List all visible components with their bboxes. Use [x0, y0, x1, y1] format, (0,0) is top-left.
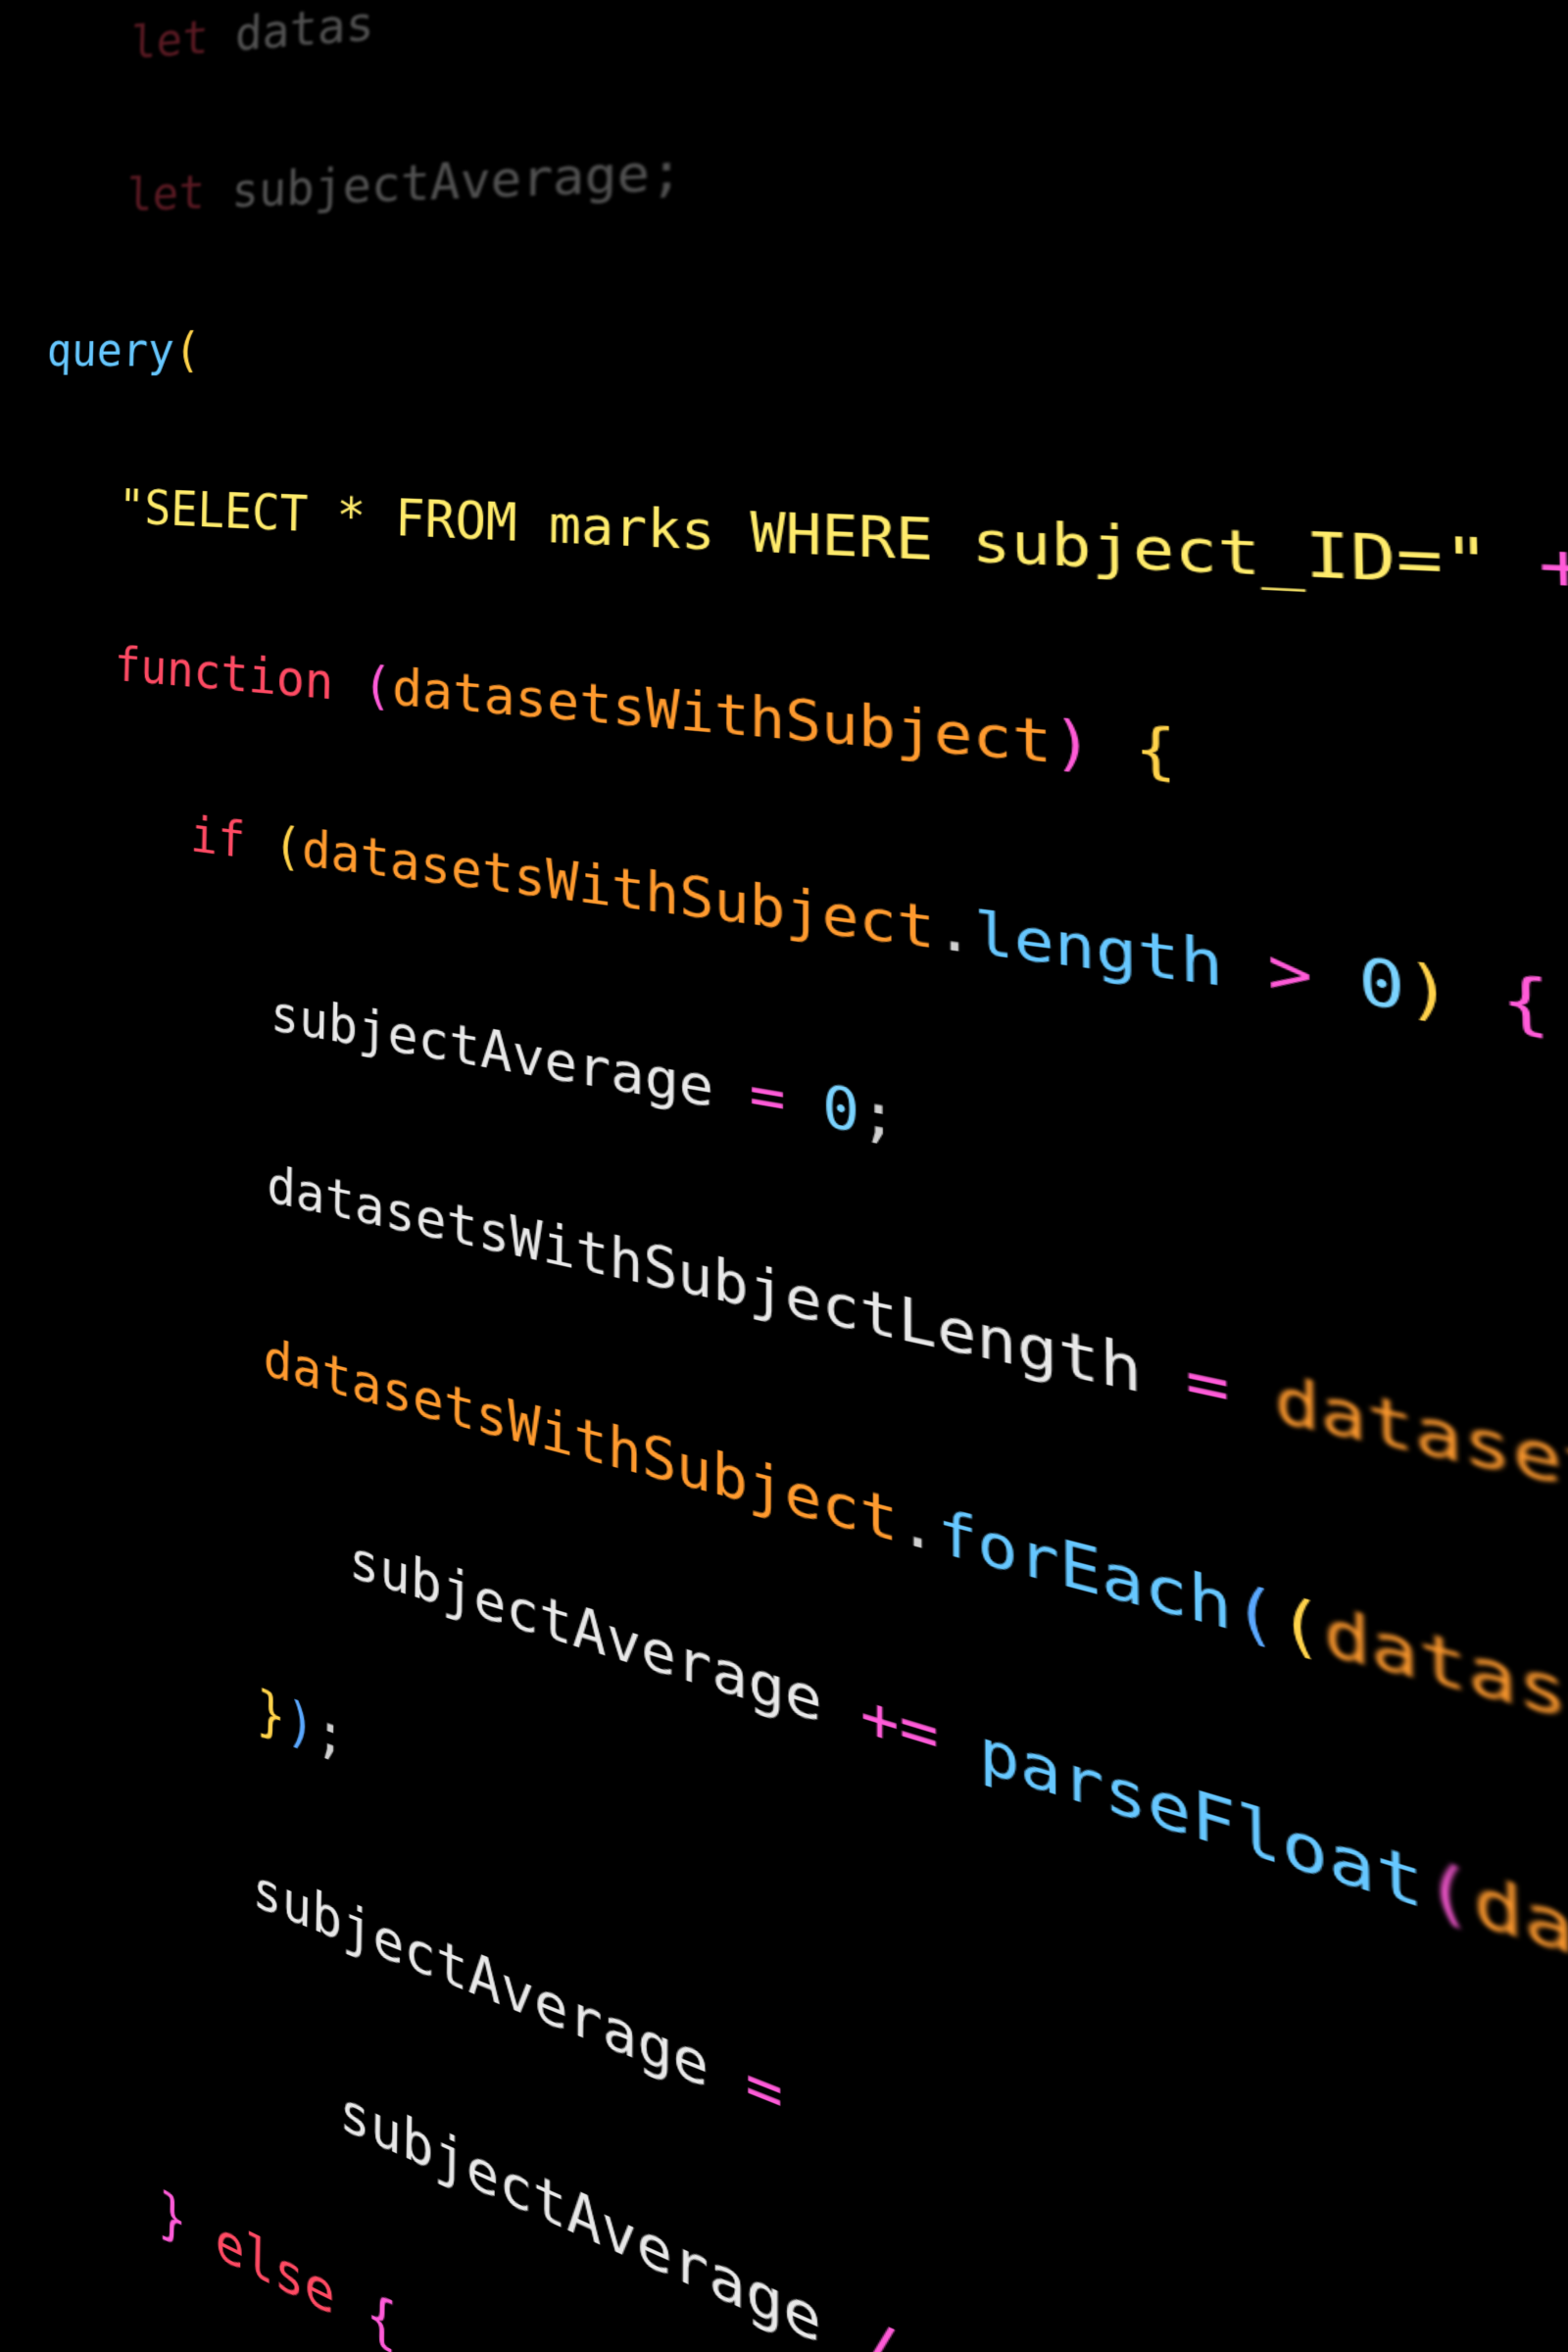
sql-string: "SELECT * FROM marks WHERE subject_ID="	[118, 480, 1491, 600]
code-line: query(	[46, 239, 1568, 462]
param-dataset: dataset	[1323, 1593, 1568, 1763]
code-editor-view: let datas let subjectAverage; query( "SE…	[0, 0, 1568, 1176]
keyword-else: else	[186, 2193, 367, 2345]
code-content: let datas let subjectAverage; query( "SE…	[0, 0, 1568, 2352]
code-line: let datas	[55, 0, 1568, 88]
method-forEach: forEach	[938, 1496, 1233, 1645]
keyword-let: let	[130, 11, 210, 70]
param-datasetsWithSubject: datasetsWithSubject	[392, 659, 1053, 777]
op-plus-equals: +=	[822, 1669, 979, 1787]
keyword-let: let	[126, 167, 206, 222]
keyword-function: function	[114, 638, 334, 712]
property-length: length	[974, 900, 1224, 1001]
var-subjectAverage: subjectAverage	[270, 985, 713, 1121]
keyword-if: if	[190, 807, 246, 870]
fn-parseFloat: parseFloat	[979, 1715, 1425, 1926]
identifier-query: query	[46, 324, 174, 378]
